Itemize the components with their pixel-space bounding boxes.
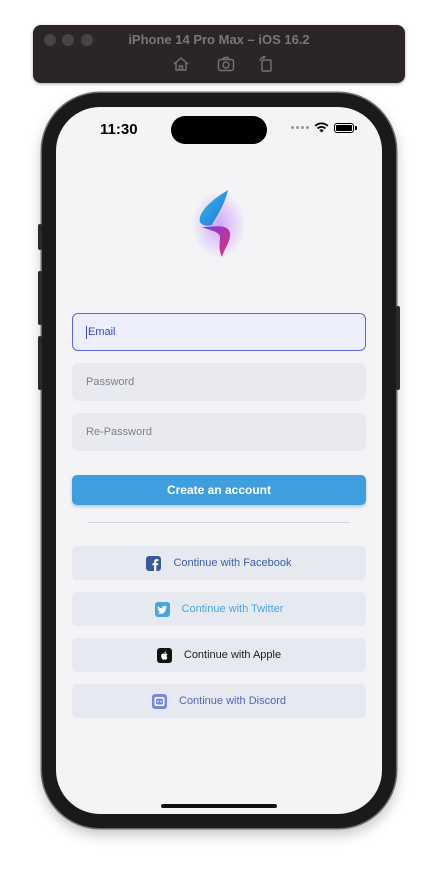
text-caret: [86, 325, 87, 339]
app-logo: [190, 187, 248, 261]
app-screen: 11:30 Email Password Re-Password Create …: [56, 107, 382, 814]
twitter-icon: [154, 601, 170, 617]
status-indicators: [291, 122, 357, 133]
home-icon[interactable]: [172, 56, 190, 72]
divider: [88, 522, 350, 523]
volume-down-button: [38, 336, 42, 390]
email-placeholder: Email: [88, 326, 116, 338]
volume-up-button: [38, 271, 42, 325]
apple-icon: [156, 647, 172, 663]
email-field[interactable]: Email: [72, 313, 366, 351]
battery-icon: [334, 122, 357, 133]
screenshot-icon[interactable]: [217, 56, 235, 72]
power-button: [396, 306, 400, 390]
home-indicator[interactable]: [161, 804, 277, 808]
signal-icon: [291, 126, 309, 129]
status-time: 11:30: [100, 121, 138, 138]
twitter-login-label: Continue with Twitter: [181, 603, 284, 615]
dynamic-island: [171, 116, 267, 144]
facebook-login-label: Continue with Facebook: [173, 557, 292, 569]
action-button: [38, 224, 42, 250]
re-password-field[interactable]: Re-Password: [72, 413, 366, 451]
discord-login-label: Continue with Discord: [179, 695, 286, 707]
twitter-login-button[interactable]: Continue with Twitter: [72, 592, 366, 626]
discord-icon: [152, 693, 167, 709]
simulator-toolbar: iPhone 14 Pro Max – iOS 16.2: [33, 25, 405, 83]
re-password-placeholder: Re-Password: [86, 426, 153, 438]
discord-login-button[interactable]: Continue with Discord: [72, 684, 366, 718]
password-field[interactable]: Password: [72, 363, 366, 401]
wifi-icon: [314, 122, 329, 133]
facebook-icon: [146, 555, 162, 571]
apple-login-button[interactable]: Continue with Apple: [72, 638, 366, 672]
facebook-login-button[interactable]: Continue with Facebook: [72, 546, 366, 580]
password-placeholder: Password: [86, 376, 135, 388]
simulator-title: iPhone 14 Pro Max – iOS 16.2: [128, 32, 310, 47]
create-account-button[interactable]: Create an account: [72, 475, 366, 505]
apple-login-label: Continue with Apple: [183, 649, 282, 661]
rotate-icon[interactable]: [257, 55, 275, 72]
